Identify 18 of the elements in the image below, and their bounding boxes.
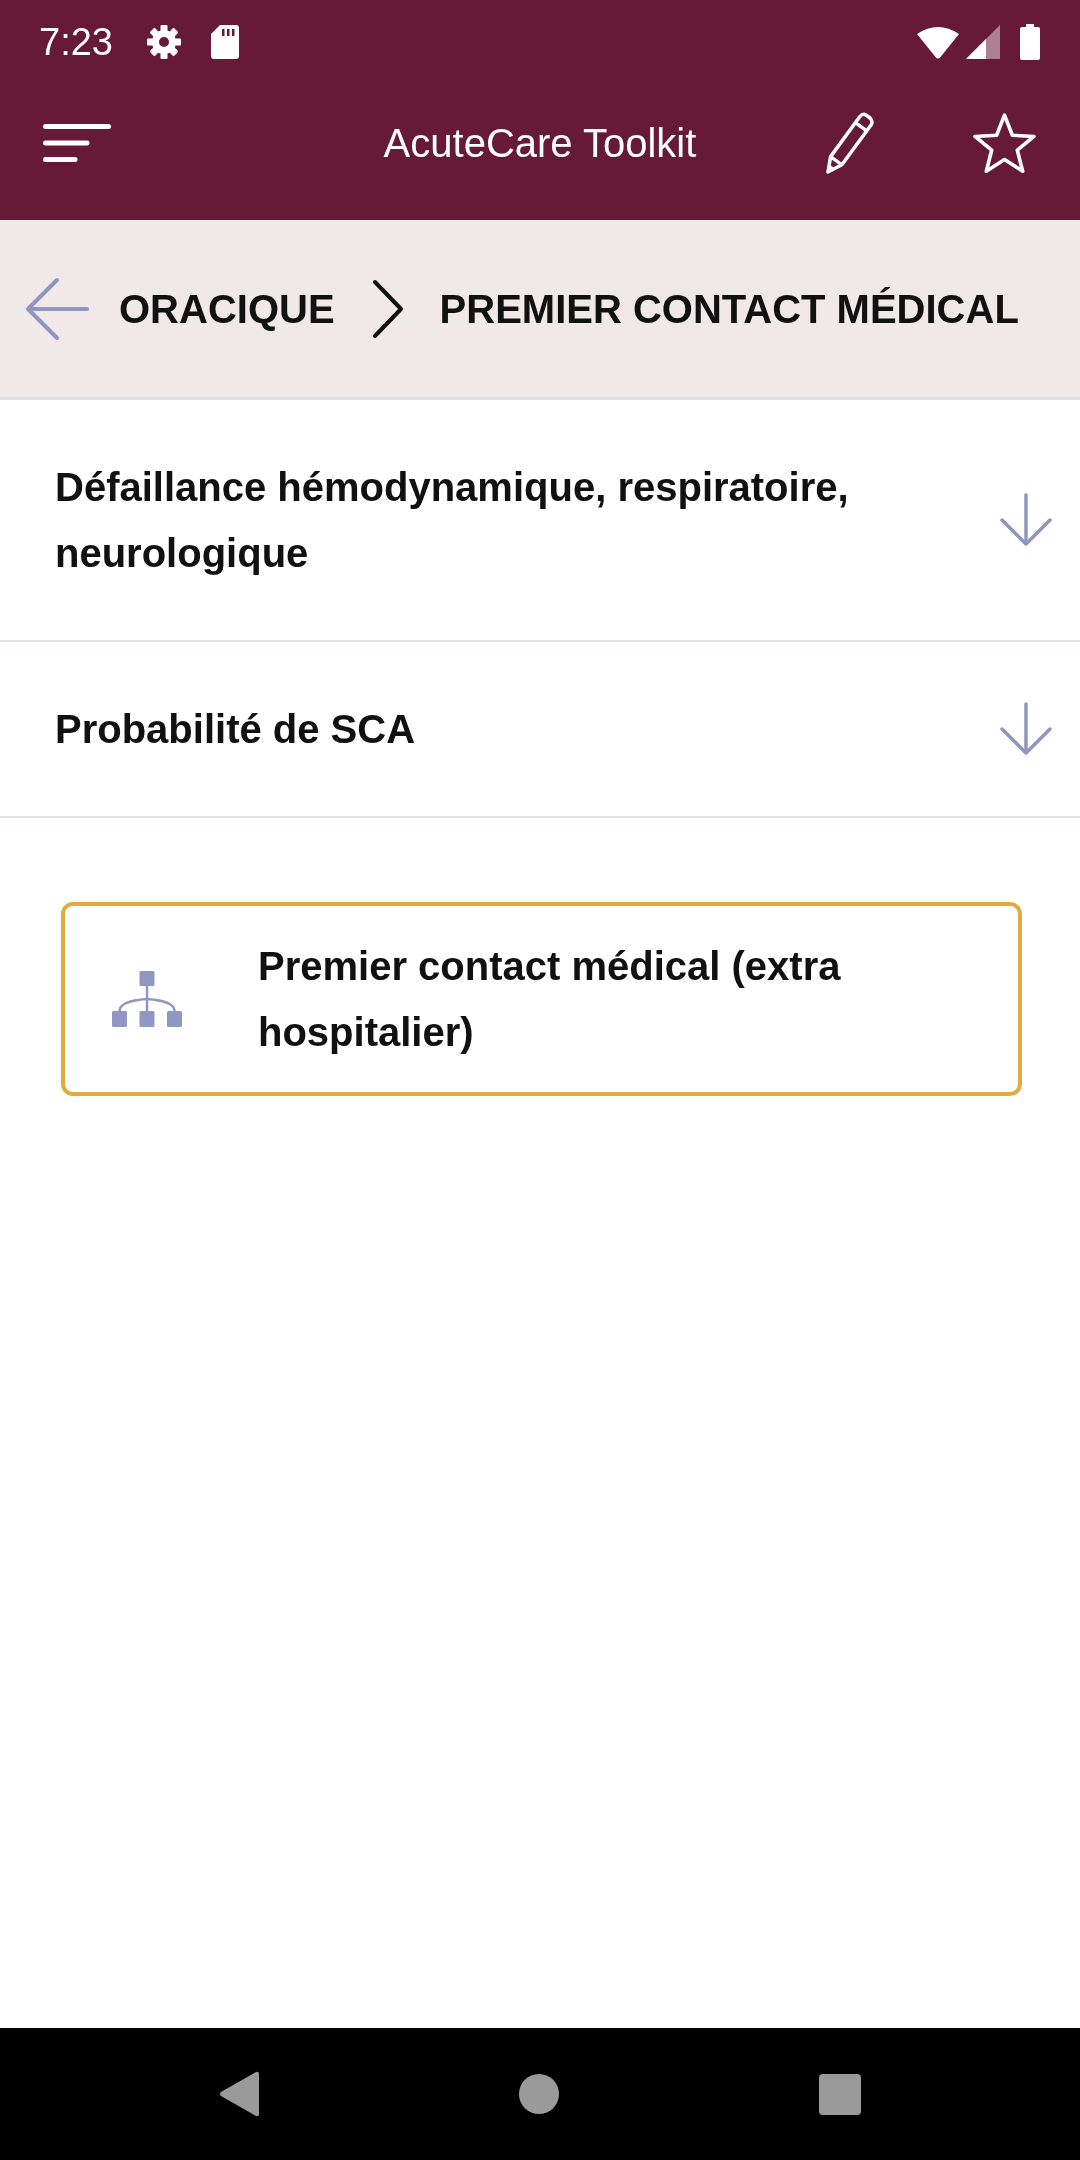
app-title: AcuteCare Toolkit (383, 120, 697, 167)
status-time: 7:23 (39, 23, 113, 61)
breadcrumb-current: PREMIER CONTACT MÉDICAL (439, 285, 1019, 333)
pencil-icon[interactable] (824, 111, 874, 175)
breadcrumb-link[interactable]: ORACIQUE (119, 284, 335, 333)
wifi-icon (917, 25, 959, 59)
sd-card-icon (210, 25, 239, 59)
battery-icon (1020, 24, 1040, 60)
home-icon[interactable] (519, 2074, 559, 2114)
menu-icon[interactable] (43, 124, 111, 162)
signal-icon (966, 25, 1000, 59)
hierarchy-icon (112, 971, 182, 1027)
back-icon[interactable] (219, 2071, 259, 2117)
square-icon[interactable] (819, 2073, 861, 2115)
gear-icon (146, 25, 181, 59)
chevron-right-icon (371, 278, 404, 339)
star-icon[interactable] (972, 112, 1037, 174)
algorithm-card[interactable]: Premier contact médical (extra hospitalier) (61, 902, 1022, 1096)
